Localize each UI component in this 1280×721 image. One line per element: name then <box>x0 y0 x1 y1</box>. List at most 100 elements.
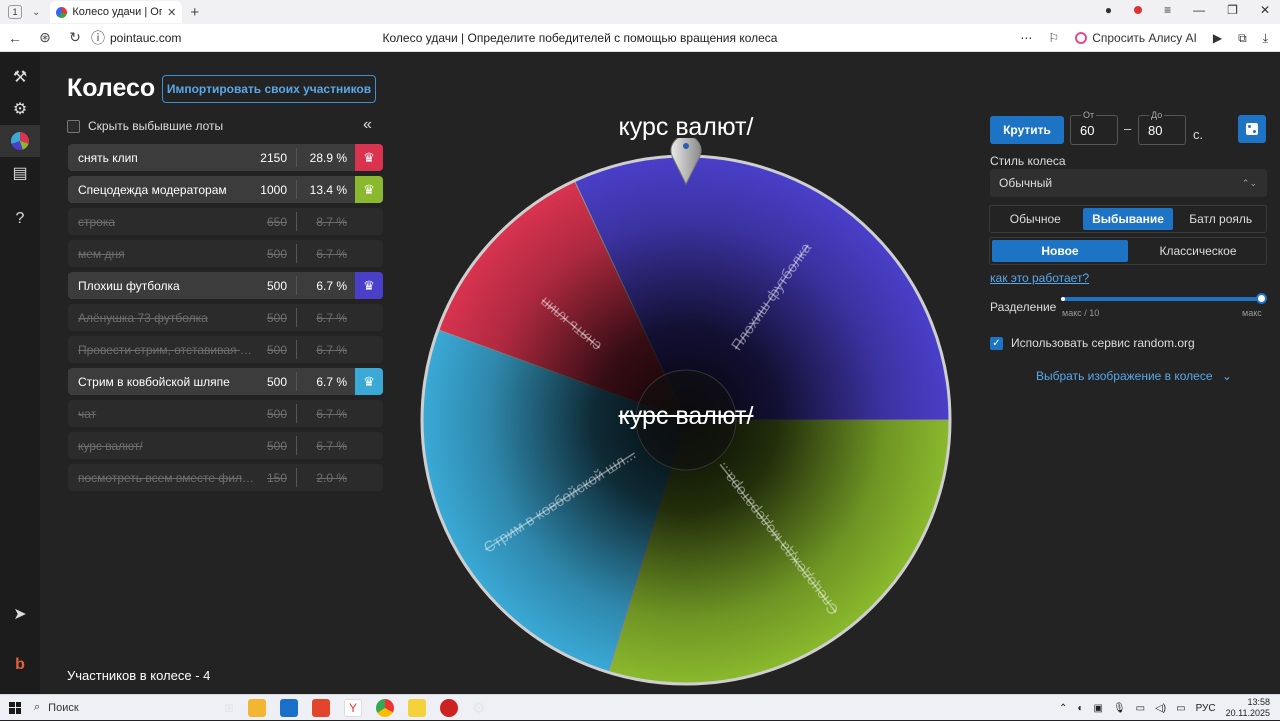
split-slider[interactable] <box>1062 297 1262 301</box>
protect-icon[interactable]: ⊛ <box>30 29 60 46</box>
random-org-checkbox[interactable]: ✓ <box>990 336 1003 350</box>
help-icon[interactable]: ? <box>0 203 40 235</box>
download-icon[interactable]: ⤓ <box>1263 31 1268 46</box>
volume-icon[interactable]: ◁) <box>1155 703 1166 714</box>
lot-color-chip[interactable]: ♛ <box>355 272 383 299</box>
settings-gear-icon[interactable]: ⚙ <box>472 699 485 717</box>
lot-percent: 8.7 % <box>316 214 347 229</box>
lot-row[interactable]: Стрим в ковбойской шляпе 500 6.7 % ♛ <box>68 368 383 395</box>
mode-option[interactable]: Обычное <box>990 206 1081 232</box>
ask-alice-button[interactable]: Спросить Алису AI <box>1075 31 1197 45</box>
import-participants-button[interactable]: Импортировать своих участников <box>162 75 376 103</box>
more-icon[interactable]: ⋯ <box>1020 31 1032 45</box>
mode-option[interactable]: Выбывание <box>1082 208 1174 230</box>
notes-app-icon[interactable] <box>408 698 427 717</box>
tab-counter[interactable]: 1 <box>8 5 22 19</box>
app-red-icon[interactable] <box>440 698 459 717</box>
tray-app-icon[interactable]: ◐ <box>1077 703 1083 714</box>
close-tab-icon[interactable]: ✕ <box>167 6 176 19</box>
hide-eliminated-toggle[interactable]: Скрыть выбывшие лоты <box>67 119 223 133</box>
bookmark-icon[interactable]: ⚐ <box>1048 31 1059 45</box>
lot-amount: 500 <box>266 374 287 389</box>
share-icon[interactable]: ⧉ <box>1238 31 1247 46</box>
new-tab-button[interactable]: + <box>190 4 199 21</box>
taskbar-search[interactable]: ⌕ Поиск <box>34 701 214 714</box>
chevron-down-icon[interactable]: ⌄ <box>32 7 40 18</box>
lot-divider <box>296 404 297 423</box>
lot-divider <box>296 340 297 359</box>
lot-percent: 2.0 % <box>316 470 347 485</box>
collapse-panel-icon[interactable]: « <box>363 116 372 134</box>
brave-icon[interactable] <box>312 698 331 717</box>
meet-icon[interactable]: ▣ <box>1093 703 1102 714</box>
lot-row[interactable]: Спецодежда модераторам 1000 13.4 % ♛ <box>68 176 383 203</box>
lot-row[interactable]: строка 650 8.7 % <box>68 208 383 235</box>
lot-color-chip[interactable]: ♛ <box>355 368 383 395</box>
spin-button[interactable]: Крутить <box>990 116 1064 144</box>
battery-icon[interactable]: ▭ <box>1176 703 1185 714</box>
browser-tab[interactable]: Колесо удачи | Опреде ✕ <box>50 1 183 23</box>
microphone-icon[interactable]: 🎙 <box>1113 703 1126 714</box>
yandex-browser-icon[interactable]: Y <box>344 698 363 717</box>
hide-eliminated-checkbox[interactable] <box>67 119 80 133</box>
start-button[interactable] <box>0 695 30 721</box>
lot-row[interactable]: чат 500 6.7 % <box>68 400 383 427</box>
wheel-nav-item[interactable] <box>0 125 40 157</box>
lot-row[interactable]: Алёнушка 73 футболка 500 6.7 % <box>68 304 383 331</box>
minimize-button[interactable]: — <box>1193 3 1205 17</box>
language-indicator[interactable]: РУС <box>1196 703 1216 714</box>
how-it-works-link[interactable]: как это работает? <box>990 271 1089 285</box>
auction-hammer-icon[interactable]: ⚒ <box>0 61 40 93</box>
lot-row[interactable]: мем дня 500 6.7 % <box>68 240 383 267</box>
random-org-toggle[interactable]: ✓ Использовать сервис random.org <box>990 336 1195 350</box>
app-sidebar: ⚒ ⚙ ▤ ? ➤ b <box>0 53 40 694</box>
collections-icon[interactable]: ● <box>1105 3 1112 17</box>
lot-color-chip[interactable]: ♛ <box>355 144 383 171</box>
play-icon[interactable]: ▶ <box>1213 31 1222 45</box>
reload-icon[interactable]: ↻ <box>60 29 90 46</box>
site-info-icon[interactable]: ⓘ <box>90 28 106 48</box>
file-explorer-icon[interactable] <box>248 698 267 717</box>
choose-image-dropdown[interactable]: Выбрать изображение в колесе ⌄ <box>1036 369 1232 383</box>
ask-alice-label: Спросить Алису AI <box>1092 31 1197 45</box>
outlook-icon[interactable] <box>280 698 299 717</box>
split-slider-thumb[interactable] <box>1256 293 1267 304</box>
back-arrow-icon[interactable]: ← <box>0 30 30 46</box>
lamp-icon: ♛ <box>363 181 375 197</box>
chrome-icon[interactable] <box>376 698 395 717</box>
wheel-style-label: Стиль колеса <box>990 154 1066 168</box>
lot-row[interactable]: снять клип 2150 28.9 % ♛ <box>68 144 383 171</box>
settings-gear-icon[interactable]: ⚙ <box>0 93 40 125</box>
clipboard-icon[interactable]: ▤ <box>0 157 40 189</box>
task-view-icon[interactable]: ⊞ <box>224 701 234 715</box>
duration-to-field[interactable]: До 80 <box>1138 110 1186 145</box>
telegram-icon[interactable]: ➤ <box>0 598 40 630</box>
close-window-button[interactable]: ✕ <box>1260 3 1270 17</box>
lot-color-chip[interactable]: ♛ <box>355 176 383 203</box>
lot-row[interactable]: Плохиш футболка 500 6.7 % ♛ <box>68 272 383 299</box>
lot-percent: 6.7 % <box>316 310 347 325</box>
submode-option[interactable]: Новое <box>992 240 1128 262</box>
lot-row[interactable]: посмотреть всем вместе фильм ... 150 2.0 % <box>68 464 383 491</box>
tray-expand-icon[interactable]: ⌃ <box>1059 703 1067 714</box>
menu-icon[interactable]: ≡ <box>1164 3 1171 17</box>
boosty-icon[interactable]: b <box>0 649 40 681</box>
url-field[interactable]: pointauc.com <box>110 31 181 45</box>
to-label: До <box>1149 110 1165 120</box>
lot-divider <box>296 468 297 487</box>
notification-dot-icon[interactable] <box>1134 6 1143 14</box>
wheel-pointer-icon <box>670 138 702 186</box>
duration-from-field[interactable]: От 60 <box>1070 110 1118 145</box>
network-icon[interactable]: ▭ <box>1136 703 1145 714</box>
submode-option[interactable]: Классическое <box>1130 238 1266 264</box>
mode-option[interactable]: Батл рояль <box>1175 206 1266 232</box>
random-duration-button[interactable] <box>1238 115 1266 143</box>
clock[interactable]: 13:58 20.11.2025 <box>1226 697 1270 719</box>
maximize-button[interactable]: ❐ <box>1227 3 1238 17</box>
lot-percent: 6.7 % <box>316 406 347 421</box>
lot-row[interactable]: Провести стрим, отставивая поз... 500 6.7 … <box>68 336 383 363</box>
wheel-style-select[interactable]: Обычный ⌃⌄ <box>990 169 1267 197</box>
lot-row[interactable]: курс валют/500 6.7 % <box>68 432 383 459</box>
lot-name: Спецодежда модераторам <box>78 182 227 197</box>
chevron-down-icon: ⌄ <box>1221 369 1232 383</box>
